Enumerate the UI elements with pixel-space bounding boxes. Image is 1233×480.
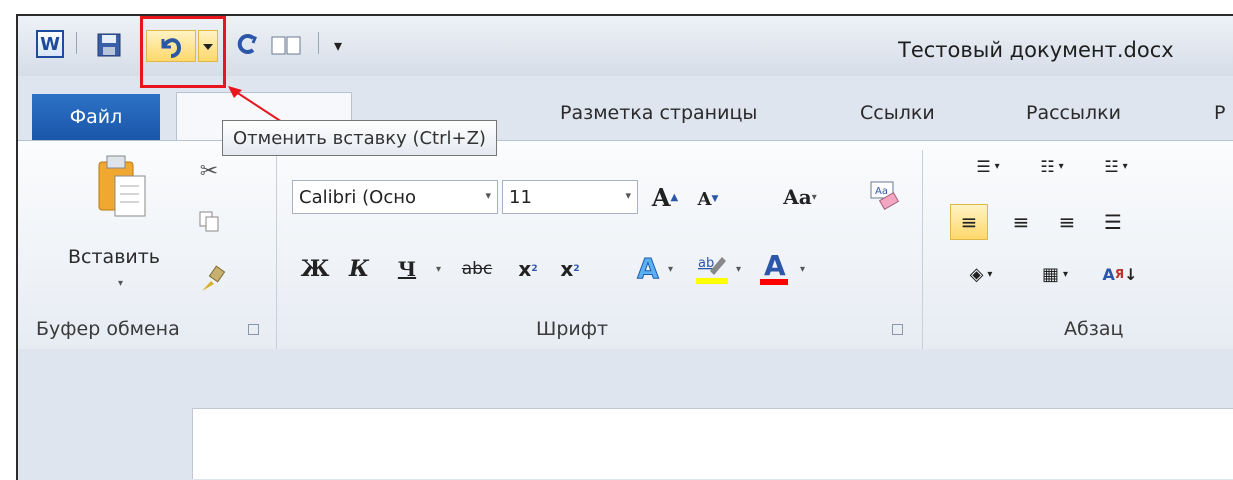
align-left-icon[interactable]: ≡ (950, 204, 988, 240)
font-size-combobox[interactable]: 11 ▾ (502, 180, 638, 214)
save-icon[interactable] (94, 30, 124, 60)
numbering-icon[interactable]: ☷ ▾ (1022, 150, 1082, 182)
paste-button-label[interactable]: Вставить (68, 246, 160, 268)
sort-icon[interactable]: А Я ↓ (1100, 258, 1140, 290)
align-right-icon[interactable]: ≡ (1050, 206, 1084, 238)
shading-icon[interactable]: ◈ ▾ (954, 258, 1008, 290)
font-name-combobox[interactable]: Calibri (Осно ▾ (292, 180, 498, 214)
copy-icon[interactable] (196, 206, 222, 236)
chevron-down-icon: ▾ (485, 189, 491, 202)
bullets-icon[interactable]: ☰ ▾ (958, 150, 1018, 182)
shrink-font-icon[interactable]: A ▼ (692, 184, 724, 214)
font-color-dropdown-arrow[interactable]: ▾ (800, 264, 805, 275)
text-effects-icon[interactable]: A (630, 250, 666, 286)
redo-icon[interactable] (232, 30, 260, 60)
change-case-icon[interactable]: Aa ▾ (774, 180, 826, 214)
svg-text:ab: ab (698, 256, 714, 271)
subscript-icon[interactable]: x2 (510, 254, 546, 284)
paste-dropdown-arrow[interactable]: ▾ (118, 278, 123, 289)
group-separator (922, 150, 923, 356)
align-center-icon[interactable]: ≡ (1004, 206, 1038, 238)
group-separator (276, 150, 277, 356)
underline-dropdown-arrow[interactable]: ▾ (436, 264, 441, 275)
highlight-color-icon[interactable]: ab (694, 250, 730, 286)
tab-mailings[interactable]: Рассылки (1026, 102, 1121, 124)
cut-icon[interactable]: ✂ (196, 156, 222, 186)
font-size-value: 11 (509, 186, 532, 208)
tab-page-layout[interactable]: Разметка страницы (560, 102, 757, 124)
window-title: Тестовый документ.docx (898, 38, 1174, 62)
grow-font-icon[interactable]: A ▲ (646, 180, 684, 214)
clear-formatting-icon[interactable]: Aa (864, 176, 904, 214)
font-dialog-launcher[interactable] (892, 324, 903, 335)
svg-text:A: A (764, 249, 786, 282)
highlight-dropdown-arrow[interactable]: ▾ (736, 264, 741, 275)
chevron-down-icon: ▾ (625, 189, 631, 202)
undo-tooltip: Отменить вставку (Ctrl+Z) (222, 120, 497, 156)
clipboard-dialog-launcher[interactable] (248, 324, 259, 335)
format-painter-icon[interactable] (196, 264, 230, 296)
open-book-icon[interactable] (268, 30, 304, 60)
clipboard-group-label: Буфер обмена (36, 318, 180, 340)
word-app-icon[interactable]: W (36, 30, 64, 58)
paragraph-group-label: Абзац (1064, 318, 1124, 340)
borders-icon[interactable]: ▦ ▾ (1028, 258, 1082, 290)
undo-highlight-box (140, 16, 226, 88)
document-page[interactable] (192, 408, 1233, 479)
text-effects-dropdown-arrow[interactable]: ▾ (668, 264, 673, 275)
svg-text:Aa: Aa (875, 186, 888, 197)
font-name-value: Calibri (Осно (299, 186, 417, 208)
tab-file[interactable]: Файл (32, 94, 160, 140)
justify-icon[interactable]: ☰ (1096, 206, 1130, 238)
qat-separator (76, 32, 77, 54)
customize-qat-icon[interactable]: ▾ (328, 30, 348, 60)
bold-icon[interactable]: Ж (300, 254, 330, 284)
paste-icon[interactable] (94, 150, 152, 234)
font-group-label: Шрифт (536, 318, 609, 340)
underline-icon[interactable]: Ч (392, 254, 422, 284)
tab-more[interactable]: Р (1214, 102, 1225, 124)
strikethrough-icon[interactable]: abc (456, 254, 498, 284)
font-color-icon[interactable]: A (756, 248, 792, 288)
italic-icon[interactable]: К (344, 254, 374, 284)
superscript-icon[interactable]: x2 (552, 254, 588, 284)
qat-separator-2 (318, 32, 319, 54)
multilevel-list-icon[interactable]: ☳ ▾ (1086, 150, 1146, 182)
tab-references[interactable]: Ссылки (860, 102, 935, 124)
